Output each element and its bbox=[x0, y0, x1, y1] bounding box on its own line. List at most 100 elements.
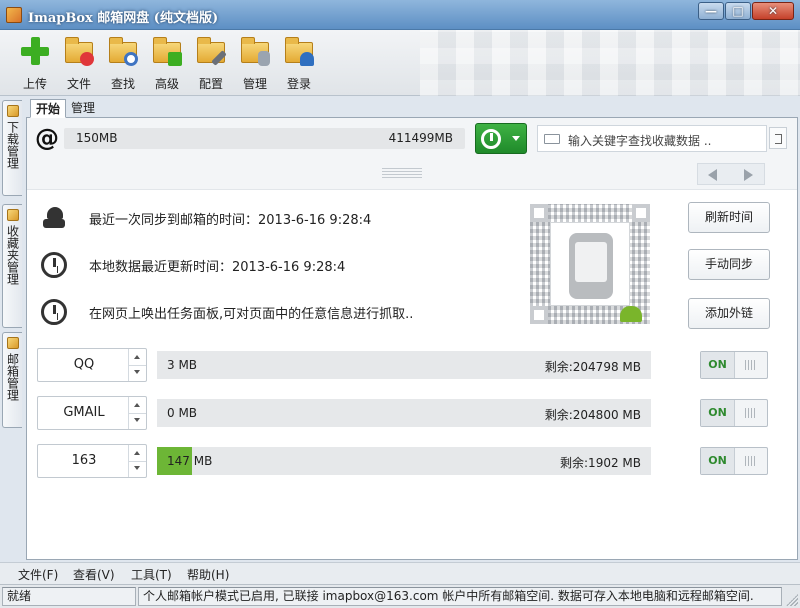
toggle-on-label: ON bbox=[701, 352, 735, 378]
account-usage-bar: 0 MB 剩余:204800 MB bbox=[157, 399, 651, 427]
clock-icon bbox=[481, 129, 501, 149]
toolbar-decoration bbox=[420, 30, 800, 96]
quota-used: 150MB bbox=[76, 131, 118, 145]
usage-used: 0 MB bbox=[167, 406, 198, 420]
usage-used: 3 MB bbox=[167, 358, 198, 372]
minimize-button[interactable]: — bbox=[698, 2, 724, 20]
favorites-icon bbox=[6, 209, 19, 221]
chevron-up-icon[interactable] bbox=[134, 451, 140, 455]
chevron-down-icon[interactable] bbox=[134, 370, 140, 374]
quota-bar: 150MB 411499MB bbox=[64, 128, 465, 149]
search-label: 查找 bbox=[110, 77, 135, 91]
sync-dropdown-button[interactable] bbox=[475, 123, 527, 154]
window-title: ImapBox 邮箱网盘 (纯文档版) bbox=[28, 11, 219, 26]
arrow-right-icon[interactable] bbox=[744, 169, 753, 181]
search-button[interactable]: 查找 bbox=[101, 34, 145, 94]
folder-database-icon bbox=[240, 36, 270, 66]
upload-button[interactable]: 上传 bbox=[13, 34, 57, 94]
menu-file[interactable]: 文件(F) bbox=[18, 566, 58, 583]
at-icon: @ bbox=[35, 124, 59, 152]
mailbox-icon bbox=[6, 337, 19, 349]
window-controls: — □ ✕ bbox=[697, 2, 794, 20]
side-tabs: 下载管理 收藏夹管理 邮箱管理 bbox=[0, 98, 24, 560]
account-stepper[interactable]: QQ bbox=[37, 348, 147, 382]
chevron-up-icon[interactable] bbox=[134, 355, 140, 359]
tab-header: 开始 管理 bbox=[26, 98, 798, 118]
quota-total: 411499MB bbox=[388, 131, 453, 145]
side-tab-label: 收藏夹管理 bbox=[5, 225, 20, 285]
status-bar: 就绪 个人邮箱帐户模式已启用, 已联接 imapbox@163.com 帐户中所… bbox=[0, 584, 800, 608]
usage-remaining: 剩余:204798 MB bbox=[544, 360, 641, 374]
manage-button[interactable]: 管理 bbox=[233, 34, 277, 94]
menu-tools[interactable]: 工具(T) bbox=[131, 566, 172, 583]
config-button[interactable]: 配置 bbox=[189, 34, 233, 94]
login-button[interactable]: 登录 bbox=[277, 34, 321, 94]
splitter-grip[interactable] bbox=[382, 168, 422, 180]
config-label: 配置 bbox=[198, 77, 223, 91]
maximize-button[interactable]: □ bbox=[725, 2, 751, 20]
menu-view[interactable]: 查看(V) bbox=[73, 566, 115, 583]
advanced-button[interactable]: 高级 bbox=[145, 34, 189, 94]
account-usage-bar: 147 MB 剩余:1902 MB bbox=[157, 447, 651, 475]
side-tab-label: 下载管理 bbox=[5, 121, 20, 169]
clock-icon bbox=[41, 299, 67, 325]
download-icon bbox=[6, 105, 19, 117]
toggle-on-label: ON bbox=[701, 400, 735, 426]
account-stepper[interactable]: GMAIL bbox=[37, 396, 147, 430]
main-panel: @ 150MB 411499MB 输入关键字查找收藏数据 .. 最近一次同步到邮… bbox=[26, 118, 798, 560]
account-toggle[interactable]: ON bbox=[700, 399, 768, 427]
tab-start[interactable]: 开始 bbox=[30, 99, 67, 118]
toggle-knob bbox=[745, 408, 757, 418]
usage-used: 147 MB bbox=[167, 454, 213, 468]
info-label: 本地数据最近更新时间： bbox=[89, 260, 233, 275]
login-label: 登录 bbox=[286, 77, 311, 91]
app-icon bbox=[6, 7, 22, 23]
cloud-sync-icon bbox=[41, 205, 67, 231]
status-message: 个人邮箱帐户模式已启用, 已联接 imapbox@163.com 帐户中所有邮箱… bbox=[138, 587, 782, 606]
account-row: QQ 3 MB 剩余:204798 MB ON bbox=[37, 348, 771, 382]
clock-icon bbox=[41, 252, 67, 278]
account-name: 163 bbox=[71, 453, 97, 468]
search-placeholder: 输入关键字查找收藏数据 .. bbox=[568, 134, 712, 148]
account-toggle[interactable]: ON bbox=[700, 447, 768, 475]
qr-code bbox=[530, 204, 650, 324]
page-nav bbox=[697, 163, 765, 185]
usage-remaining: 剩余:204800 MB bbox=[544, 408, 641, 422]
info-label: 最近一次同步到邮箱的时间： bbox=[89, 213, 259, 228]
arrow-left-icon[interactable] bbox=[708, 169, 717, 181]
folder-arrow-icon bbox=[152, 36, 182, 66]
manual-sync-button[interactable]: 手动同步 bbox=[688, 249, 770, 280]
search-go-button[interactable] bbox=[769, 127, 787, 149]
tab-manage[interactable]: 管理 bbox=[66, 99, 100, 118]
keyboard-icon bbox=[544, 134, 560, 144]
side-tab-label: 邮箱管理 bbox=[5, 353, 20, 401]
account-name: GMAIL bbox=[63, 405, 105, 420]
status-state: 就绪 bbox=[2, 587, 136, 606]
toolbar: 上传 文件 查找 高级 配置 管理 登录 bbox=[0, 30, 800, 96]
close-button[interactable]: ✕ bbox=[752, 2, 794, 20]
refresh-time-button[interactable]: 刷新时间 bbox=[688, 202, 770, 233]
account-stepper[interactable]: 163 bbox=[37, 444, 147, 478]
phone-icon bbox=[569, 233, 613, 299]
resize-grip[interactable] bbox=[786, 594, 798, 606]
manage-label: 管理 bbox=[242, 77, 267, 91]
advanced-label: 高级 bbox=[154, 77, 179, 91]
toggle-knob bbox=[745, 360, 757, 370]
folder-wrench-icon bbox=[196, 36, 227, 66]
side-tab-mailbox[interactable]: 邮箱管理 bbox=[2, 332, 22, 428]
add-link-button[interactable]: 添加外链 bbox=[688, 298, 770, 329]
android-icon bbox=[620, 306, 642, 322]
chevron-down-icon[interactable] bbox=[134, 466, 140, 470]
chevron-down-icon[interactable] bbox=[134, 418, 140, 422]
account-row: 163 147 MB 剩余:1902 MB ON bbox=[37, 444, 771, 478]
side-tab-downloads[interactable]: 下载管理 bbox=[2, 100, 22, 196]
side-tab-favorites[interactable]: 收藏夹管理 bbox=[2, 204, 22, 328]
quota-band: @ 150MB 411499MB 输入关键字查找收藏数据 .. bbox=[27, 118, 797, 190]
account-toggle[interactable]: ON bbox=[700, 351, 768, 379]
info-value: 2013-6-16 9:28:4 bbox=[258, 213, 372, 228]
search-input[interactable]: 输入关键字查找收藏数据 .. bbox=[537, 125, 767, 152]
toggle-on-label: ON bbox=[701, 448, 735, 474]
file-button[interactable]: 文件 bbox=[57, 34, 101, 94]
chevron-up-icon[interactable] bbox=[134, 403, 140, 407]
menu-help[interactable]: 帮助(H) bbox=[187, 566, 229, 583]
